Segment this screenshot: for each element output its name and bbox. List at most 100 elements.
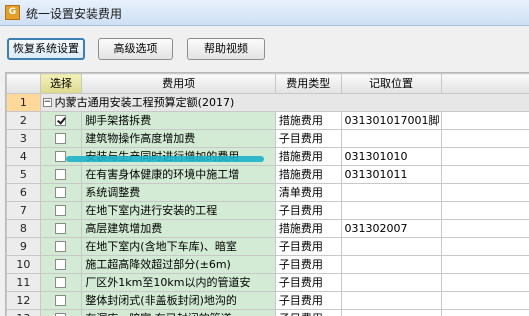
filler-cell [441,184,529,202]
fee-type-cell: 子目费用 [275,274,341,292]
fee-type-cell: 子目费用 [275,130,341,148]
checkbox[interactable] [55,169,66,180]
checkbox[interactable] [55,187,66,198]
location-cell[interactable] [341,274,441,292]
checkbox[interactable] [55,295,66,306]
fee-item-cell: 系统调整费 [82,184,276,202]
corner-header [7,74,41,94]
checkbox[interactable] [55,259,66,270]
type-column-header[interactable]: 费用类型 [275,74,341,94]
fee-type-cell: 措施费用 [275,112,341,130]
group-cell: −内蒙古通用安装工程预算定额(2017) [40,94,529,112]
row-number: 8 [7,220,41,238]
filler-cell [441,130,529,148]
table-row[interactable]: 5在有害身体健康的环境中施工增措施费用031301011 [7,166,529,184]
table-row[interactable]: 6系统调整费清单费用 [7,184,529,202]
window-title: 统一设置安装费用 [26,5,122,22]
item-column-header[interactable]: 费用项 [82,74,276,94]
fee-item-cell: 整体封闭式(非盖板封闭)地沟的 [82,292,276,310]
table-row[interactable]: 7 在地下室内进行安装的工程子目费用 [7,202,529,220]
location-cell[interactable] [341,130,441,148]
help-video-button[interactable]: 帮助视频 [187,38,265,60]
checkbox[interactable] [55,133,66,144]
select-cell[interactable] [40,220,82,238]
header-row: 选择 费用项 费用类型 记取位置 [7,74,529,94]
filler-cell [441,220,529,238]
filler-cell [441,310,529,316]
row-number: 13 [7,310,41,316]
group-label: 内蒙古通用安装工程预算定额(2017) [55,96,235,109]
table-row[interactable]: 11厂区外1km至10km以内的管道安子目费用 [7,274,529,292]
checkbox[interactable] [55,241,66,252]
select-cell[interactable] [40,130,82,148]
row-number: 7 [7,202,41,220]
location-cell[interactable] [341,256,441,274]
location-cell[interactable] [341,292,441,310]
row-number: 3 [7,130,41,148]
location-cell[interactable]: 031302007 [341,220,441,238]
row-number: 12 [7,292,41,310]
location-cell[interactable] [341,202,441,220]
filler-cell [441,202,529,220]
filler-cell [441,256,529,274]
toolbar: 恢复系统设置 高级选项 帮助视频 [0,26,529,70]
select-cell[interactable] [40,256,82,274]
location-cell[interactable] [341,238,441,256]
group-row[interactable]: 1 −内蒙古通用安装工程预算定额(2017) [7,94,529,112]
select-cell[interactable] [40,166,82,184]
location-cell[interactable]: 031301017001脚 [341,112,441,130]
location-column-header[interactable]: 记取位置 [341,74,441,94]
collapse-icon[interactable]: − [43,98,52,107]
fee-type-cell: 子目费用 [275,256,341,274]
checkbox-checked[interactable] [55,115,66,126]
fee-type-cell: 措施费用 [275,148,341,166]
restore-system-settings-button[interactable]: 恢复系统设置 [7,38,85,60]
fee-type-cell: 措施费用 [275,220,341,238]
select-column-header[interactable]: 选择 [40,74,82,94]
location-cell[interactable] [341,310,441,316]
checkbox[interactable] [55,223,66,234]
fee-item-cell: 脚手架搭拆费 [82,112,276,130]
row-number: 11 [7,274,41,292]
fee-item-cell: 在地下室内(含地下车库)、暗室 [82,238,276,256]
row-number: 10 [7,256,41,274]
select-cell[interactable] [40,238,82,256]
fee-item-cell: 建筑物操作高度增加费 [82,130,276,148]
location-cell[interactable] [341,184,441,202]
select-cell[interactable] [40,310,82,316]
row-number: 2 [7,112,41,130]
fee-item-cell: 高层建筑增加费 [82,220,276,238]
table-row[interactable]: 13在洞库、暗室,在已封闭的管道子目费用 [7,310,529,316]
select-cell[interactable] [40,184,82,202]
fee-type-cell: 子目费用 [275,310,341,316]
filler-cell [441,166,529,184]
fee-item-cell: 在地下室内进行安装的工程 [82,202,276,220]
table-row[interactable]: 12整体封闭式(非盖板封闭)地沟的子目费用 [7,292,529,310]
location-cell[interactable]: 031301010 [341,148,441,166]
filler-cell [441,112,529,130]
advanced-options-button[interactable]: 高级选项 [98,38,173,60]
row-number: 9 [7,238,41,256]
select-cell[interactable] [40,292,82,310]
table-row[interactable]: 2 脚手架搭拆费措施费用031301017001脚 [7,112,529,130]
location-cell[interactable]: 031301011 [341,166,441,184]
select-cell[interactable] [40,112,82,130]
table-row[interactable]: 10施工超高降效超过部分(±6m)子目费用 [7,256,529,274]
checkbox[interactable] [55,205,66,216]
filler-column-header [441,74,529,94]
table-row[interactable]: 3 建筑物操作高度增加费子目费用 [7,130,529,148]
fee-table: 选择 费用项 费用类型 记取位置 1 −内蒙古通用安装工程预算定额(2017) … [6,73,529,316]
table-row[interactable]: 9 在地下室内(含地下车库)、暗室子目费用 [7,238,529,256]
filler-cell [441,292,529,310]
fee-type-cell: 清单费用 [275,184,341,202]
select-cell[interactable] [40,202,82,220]
filler-cell [441,148,529,166]
checkbox[interactable] [55,277,66,288]
fee-type-cell: 子目费用 [275,202,341,220]
checkbox[interactable] [55,151,66,162]
row-number: 1 [7,94,41,112]
table-row[interactable]: 8 高层建筑增加费措施费用031302007 [7,220,529,238]
fee-type-cell: 子目费用 [275,238,341,256]
select-cell[interactable] [40,274,82,292]
fee-grid: 选择 费用项 费用类型 记取位置 1 −内蒙古通用安装工程预算定额(2017) … [5,72,529,316]
